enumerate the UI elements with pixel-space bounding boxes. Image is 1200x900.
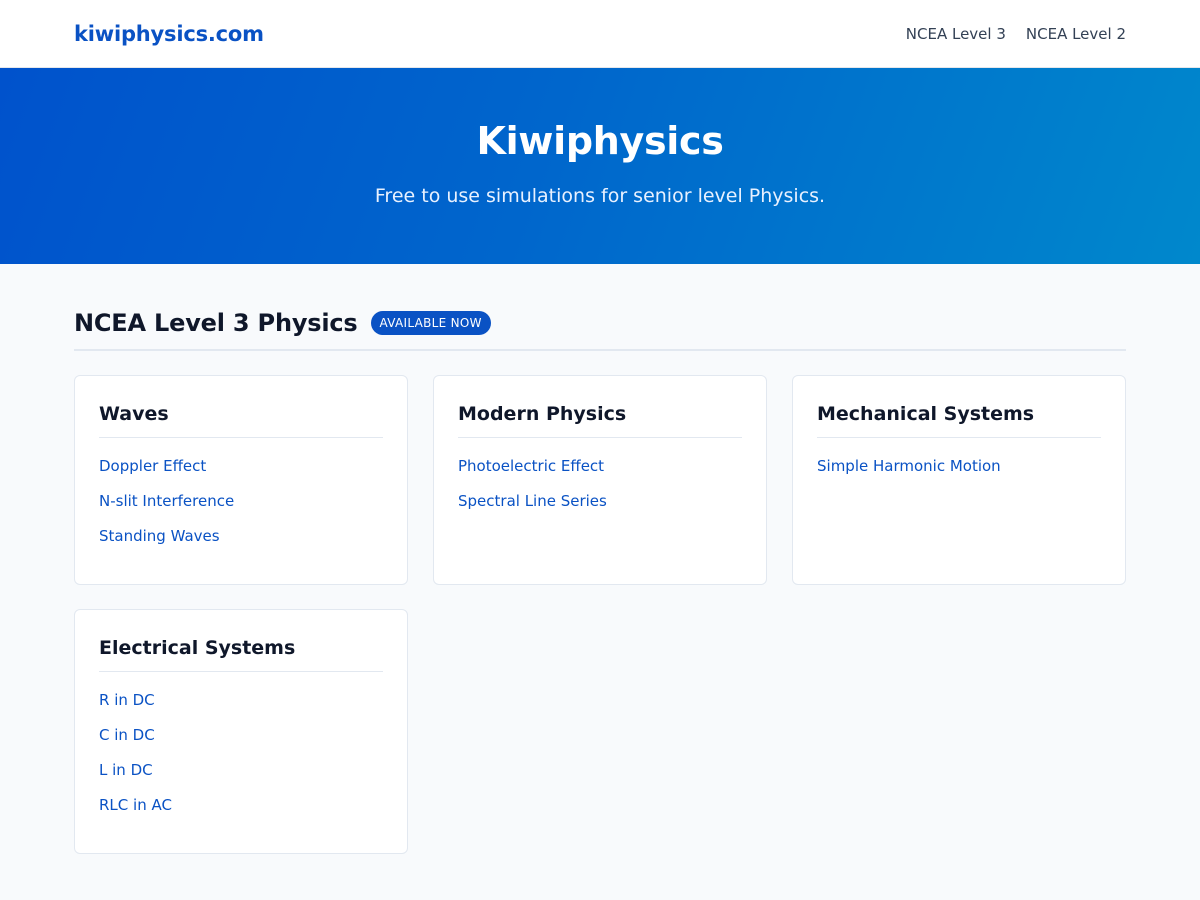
sim-link-r-in-dc[interactable]: R in DC (99, 691, 155, 709)
topic-card-mechanical-systems: Mechanical Systems Simple Harmonic Motio… (792, 375, 1126, 585)
topic-card-waves: Waves Doppler Effect N-slit Interference… (74, 375, 408, 585)
link-list: Photoelectric Effect Spectral Line Serie… (458, 448, 742, 518)
topic-card-modern-physics: Modern Physics Photoelectric Effect Spec… (433, 375, 767, 585)
top-navbar: kiwiphysics.com NCEA Level 3 NCEA Level … (0, 0, 1200, 68)
topic-grid: Waves Doppler Effect N-slit Interference… (74, 375, 1126, 854)
brand-link[interactable]: kiwiphysics.com (74, 22, 264, 46)
sim-link-photoelectric-effect[interactable]: Photoelectric Effect (458, 457, 604, 475)
sim-link-spectral-line-series[interactable]: Spectral Line Series (458, 492, 607, 510)
list-item: Simple Harmonic Motion (817, 448, 1101, 483)
list-item: C in DC (99, 717, 383, 752)
list-item: L in DC (99, 752, 383, 787)
sim-link-standing-waves[interactable]: Standing Waves (99, 527, 220, 545)
main-content: NCEA Level 3 Physics AVAILABLE NOW Waves… (0, 264, 1200, 854)
sim-link-c-in-dc[interactable]: C in DC (99, 726, 155, 744)
nav-link-ncea-level-3[interactable]: NCEA Level 3 (906, 25, 1006, 43)
card-title: Modern Physics (458, 403, 742, 438)
status-badge: AVAILABLE NOW (370, 311, 491, 335)
section-title: NCEA Level 3 Physics (74, 309, 358, 337)
card-title: Electrical Systems (99, 637, 383, 672)
card-title: Waves (99, 403, 383, 438)
list-item: RLC in AC (99, 787, 383, 822)
section-header: NCEA Level 3 Physics AVAILABLE NOW (74, 309, 1126, 351)
list-item: Doppler Effect (99, 448, 383, 483)
list-item: R in DC (99, 682, 383, 717)
sim-link-l-in-dc[interactable]: L in DC (99, 761, 153, 779)
list-item: Photoelectric Effect (458, 448, 742, 483)
nav-link-ncea-level-2[interactable]: NCEA Level 2 (1026, 25, 1126, 43)
topic-card-electrical-systems: Electrical Systems R in DC C in DC L in … (74, 609, 408, 854)
list-item: Spectral Line Series (458, 483, 742, 518)
sim-link-simple-harmonic-motion[interactable]: Simple Harmonic Motion (817, 457, 1001, 475)
hero-banner: Kiwiphysics Free to use simulations for … (0, 68, 1200, 264)
main-nav: NCEA Level 3 NCEA Level 2 (906, 25, 1126, 43)
sim-link-rlc-in-ac[interactable]: RLC in AC (99, 796, 172, 814)
hero-title: Kiwiphysics (476, 119, 724, 163)
card-title: Mechanical Systems (817, 403, 1101, 438)
link-list: R in DC C in DC L in DC RLC in AC (99, 682, 383, 822)
list-item: Standing Waves (99, 518, 383, 553)
sim-link-doppler-effect[interactable]: Doppler Effect (99, 457, 206, 475)
link-list: Simple Harmonic Motion (817, 448, 1101, 483)
sim-link-n-slit-interference[interactable]: N-slit Interference (99, 492, 234, 510)
link-list: Doppler Effect N-slit Interference Stand… (99, 448, 383, 553)
hero-subtitle: Free to use simulations for senior level… (374, 185, 826, 207)
list-item: N-slit Interference (99, 483, 383, 518)
